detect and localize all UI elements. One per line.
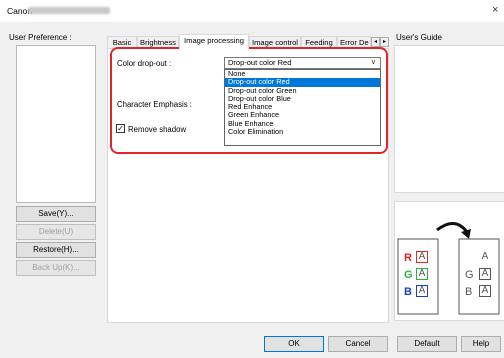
result-boxed-letter-blue: A <box>479 285 491 297</box>
users-guide-label: User's Guide <box>396 33 442 42</box>
highlight-outline <box>110 47 388 154</box>
tab-scroll-left-icon[interactable]: ◂ <box>371 37 380 47</box>
users-guide-panel <box>394 45 504 193</box>
cancel-button[interactable]: Cancel <box>328 336 388 352</box>
user-preference-label: User Preference : <box>9 33 72 42</box>
result-boxed-letter-green: A <box>479 268 491 280</box>
letter-red: R <box>404 252 412 264</box>
boxed-letter-green: A <box>416 268 428 280</box>
window-title-blurred <box>28 7 110 14</box>
curved-arrow-icon <box>436 222 469 233</box>
close-icon[interactable]: × <box>492 4 498 16</box>
letter-blue: B <box>404 286 412 298</box>
tab-image-processing[interactable]: Image processing <box>179 34 249 50</box>
tab-scroll-right-icon[interactable]: ▸ <box>380 37 389 47</box>
restore-button[interactable]: Restore(H)... <box>16 242 96 258</box>
default-button[interactable]: Default <box>397 336 457 352</box>
delete-button[interactable]: Delete(U) <box>16 224 96 240</box>
boxed-letter-red: A <box>416 251 428 263</box>
result-letter-blue: B <box>465 286 473 298</box>
help-button[interactable]: Help <box>461 336 501 352</box>
boxed-letter-blue: A <box>416 285 428 297</box>
letter-green: G <box>404 269 413 281</box>
arrow-head-icon <box>461 229 471 239</box>
result-letter-red-dropped: A <box>481 251 489 262</box>
result-letter-green: G <box>465 269 474 281</box>
back-up-button[interactable]: Back Up(K)... <box>16 260 96 276</box>
user-preference-list[interactable] <box>16 45 96 203</box>
ok-button[interactable]: OK <box>264 336 324 352</box>
save-button[interactable]: Save(Y)... <box>16 206 96 222</box>
